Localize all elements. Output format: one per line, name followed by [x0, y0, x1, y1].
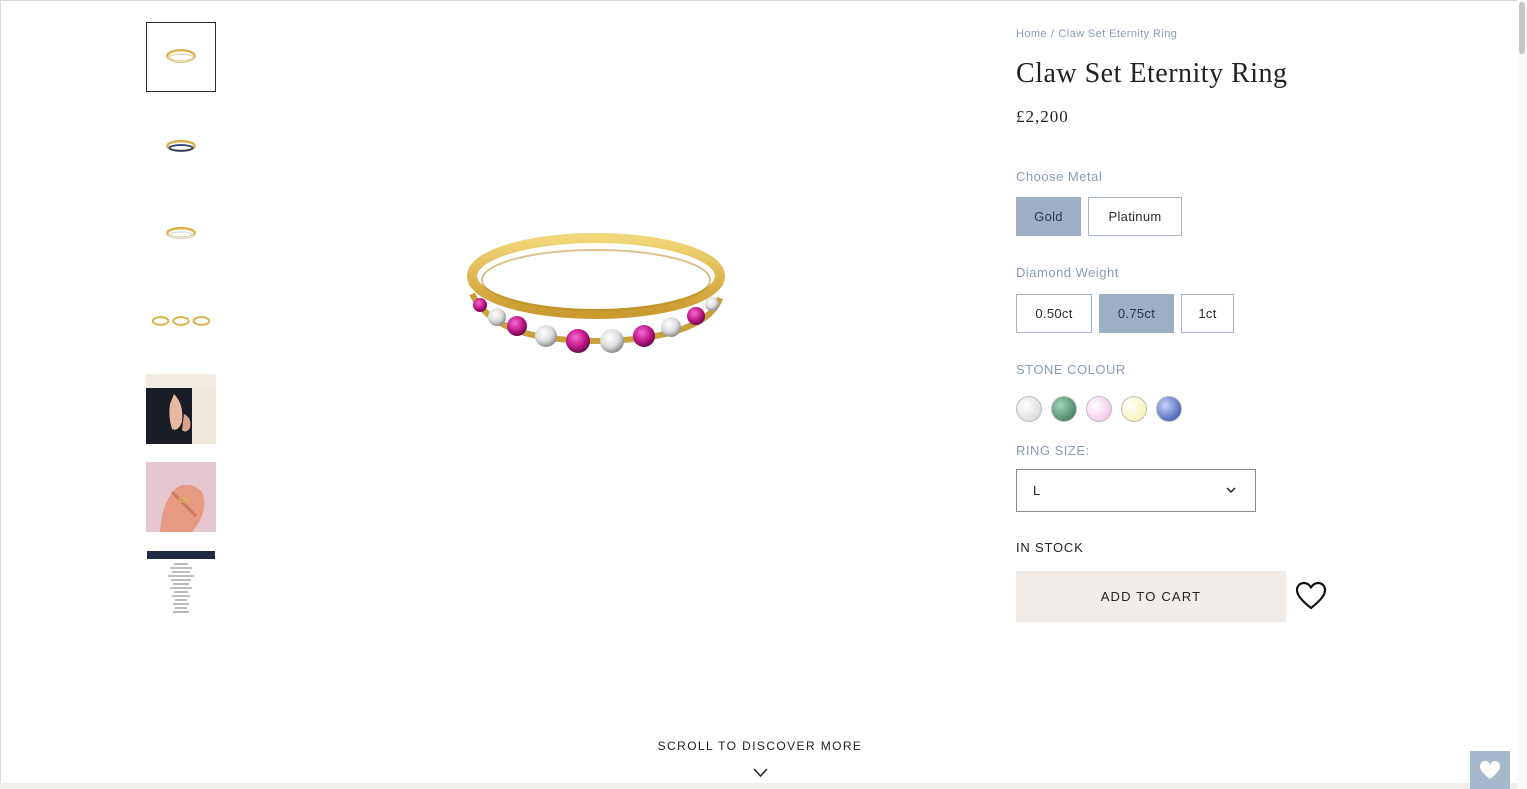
add-to-cart-button[interactable]: ADD TO CART [1016, 571, 1286, 622]
heart-filled-icon [1480, 761, 1500, 779]
ring-size-select[interactable]: L [1016, 469, 1256, 512]
diamond-weight-label: Diamond Weight [1016, 265, 1119, 280]
thumbnail-hand-pink[interactable] [146, 462, 216, 532]
breadcrumb-current[interactable]: Claw Set Eternity Ring [1058, 28, 1177, 40]
heart-outline-icon[interactable] [1295, 580, 1327, 612]
diamond-weight-option-075[interactable]: 0.75ct [1099, 294, 1174, 333]
product-price: £2,200 [1016, 107, 1069, 126]
stone-swatch-white[interactable] [1016, 396, 1042, 422]
thumbnail-three-rings[interactable] [146, 286, 216, 356]
ring-size-value: L [1033, 483, 1041, 498]
ring-size-label: RING SIZE: [1016, 443, 1090, 458]
scrollbar[interactable] [1517, 0, 1527, 789]
metal-option-gold[interactable]: Gold [1016, 197, 1081, 236]
chevron-down-icon [1226, 487, 1236, 494]
stone-swatch-blue[interactable] [1156, 396, 1182, 422]
thumbnail-ring-white[interactable] [146, 198, 216, 268]
stone-colour-label: STONE COLOUR [1016, 362, 1126, 377]
stock-status: IN STOCK [1016, 540, 1084, 555]
diamond-weight-option-1[interactable]: 1ct [1181, 294, 1234, 333]
product-title: Claw Set Eternity Ring [1016, 58, 1288, 89]
diamond-weight-option-050[interactable]: 0.50ct [1016, 294, 1092, 333]
metal-label: Choose Metal [1016, 169, 1103, 184]
scroll-to-discover[interactable]: SCROLL TO DISCOVER MORE [610, 739, 910, 753]
thumbnail-certificate[interactable] [146, 550, 216, 620]
breadcrumb-home[interactable]: Home [1016, 28, 1047, 40]
breadcrumb: Home / Claw Set Eternity Ring [1016, 28, 1177, 40]
thumbnail-hands-dark[interactable] [146, 374, 216, 444]
stone-swatch-pink[interactable] [1086, 396, 1112, 422]
thumbnail-ring-pink[interactable] [146, 22, 216, 92]
breadcrumb-separator: / [1050, 28, 1055, 40]
main-product-image[interactable] [420, 210, 780, 390]
metal-option-platinum[interactable]: Platinum [1088, 197, 1182, 236]
stone-swatch-yellow[interactable] [1121, 396, 1147, 422]
thumbnail-ring-blue[interactable] [146, 110, 216, 180]
footer-strip [0, 783, 1521, 789]
favorites-widget[interactable] [1470, 751, 1510, 789]
scrollbar-thumb[interactable] [1519, 2, 1525, 54]
page-frame [0, 0, 1521, 789]
stone-swatch-green[interactable] [1051, 396, 1077, 422]
chevron-down-icon[interactable] [753, 766, 768, 780]
